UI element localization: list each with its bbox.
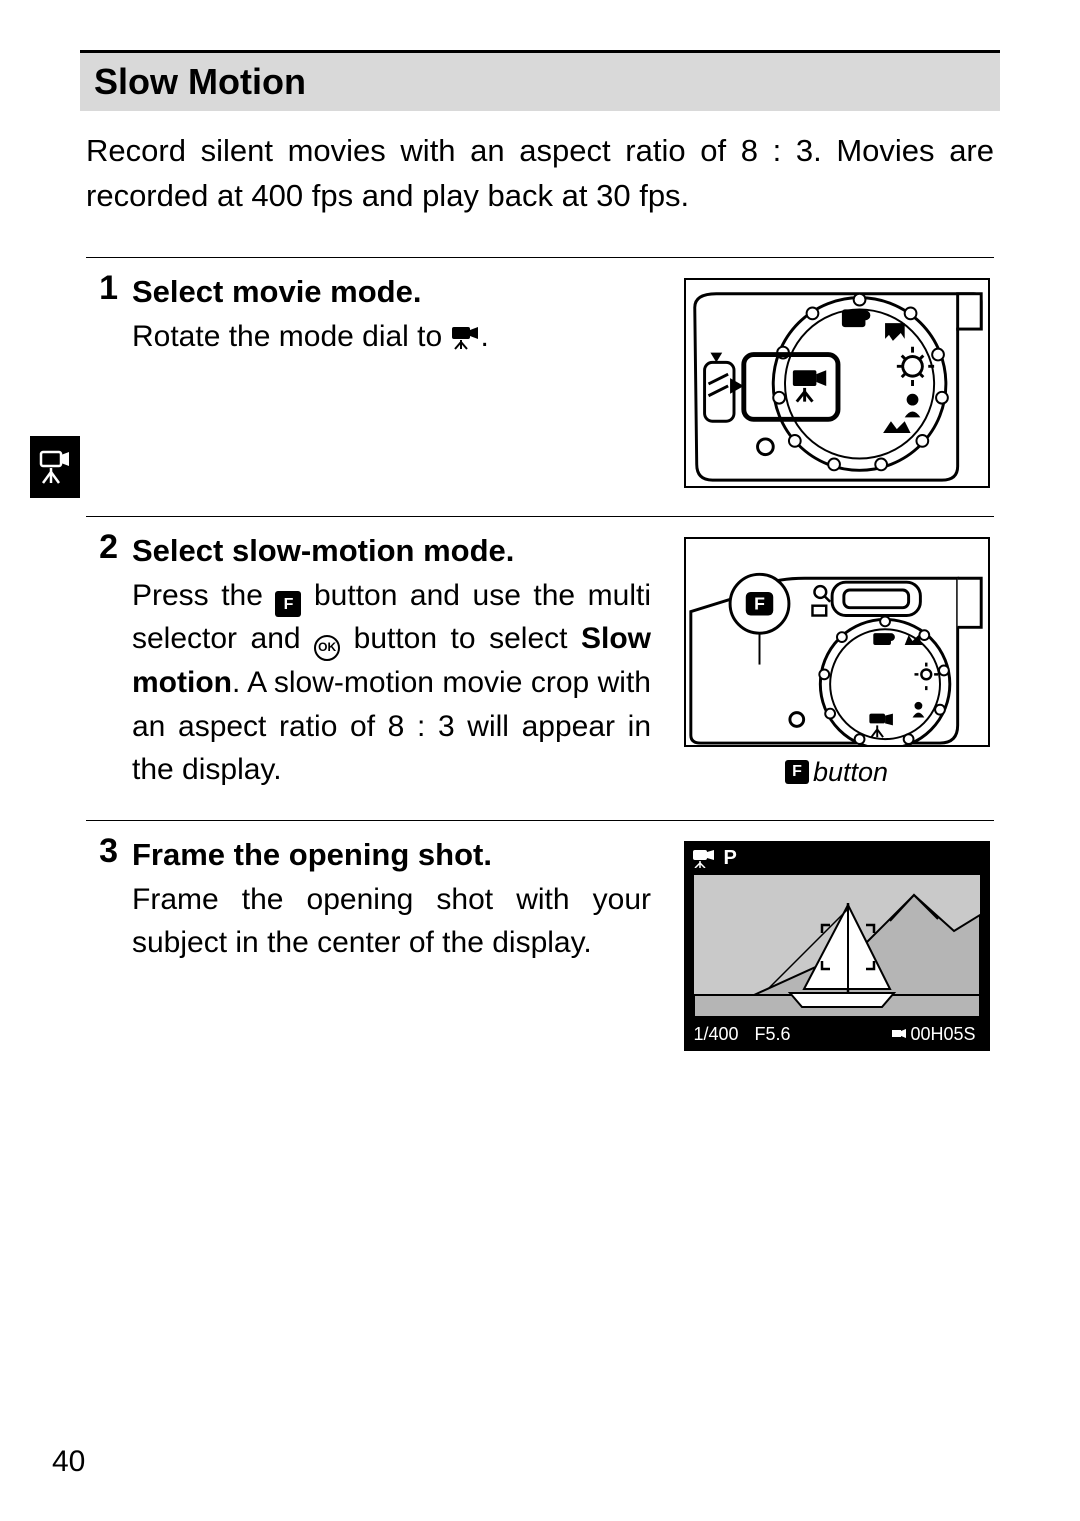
movie-mode-icon bbox=[451, 324, 481, 350]
camera-mode-dial-illustration bbox=[684, 278, 990, 488]
movie-tripod-icon bbox=[39, 450, 71, 484]
lcd-scene bbox=[694, 875, 980, 1017]
movie-mode-icon bbox=[692, 848, 716, 868]
step-number: 3 bbox=[96, 833, 118, 1051]
step-title: Select movie mode. bbox=[132, 274, 421, 309]
step-figure-1 bbox=[679, 270, 994, 488]
section-tab-movie bbox=[30, 436, 80, 498]
divider bbox=[86, 257, 994, 258]
step-title: Frame the opening shot. bbox=[132, 837, 492, 872]
step-title: Select slow-motion mode. bbox=[132, 533, 514, 568]
section-heading: Slow Motion bbox=[80, 50, 1000, 111]
lcd-mode-p: P bbox=[724, 847, 737, 870]
lcd-bottom-bar: 1/400 F5.6 00H05S bbox=[694, 1024, 980, 1045]
step-3: 3 Frame the opening shot. Frame the open… bbox=[80, 827, 1000, 1079]
step-text: Frame the opening shot. Frame the openin… bbox=[132, 833, 651, 1051]
step-number: 1 bbox=[96, 270, 118, 488]
page-number: 40 bbox=[52, 1445, 85, 1479]
step-number: 2 bbox=[96, 529, 118, 792]
step-figure-2: F bbox=[679, 529, 994, 792]
camera-lcd-preview: P bbox=[684, 841, 990, 1051]
step-text: Select movie mode. Rotate the mode dial … bbox=[132, 270, 651, 488]
intro-paragraph: Record silent movies with an aspect rati… bbox=[80, 129, 1000, 219]
f-button-icon: F bbox=[275, 591, 301, 617]
step-figure-3: P bbox=[679, 833, 994, 1051]
f-button-icon: F bbox=[785, 760, 809, 784]
lcd-top-indicators: P bbox=[692, 847, 737, 870]
camera-f-button-illustration: F bbox=[684, 537, 990, 747]
lcd-aperture: F5.6 bbox=[755, 1024, 791, 1045]
divider bbox=[86, 820, 994, 821]
divider bbox=[86, 516, 994, 517]
lcd-shutter: 1/400 bbox=[694, 1024, 739, 1045]
ok-button-icon: OK bbox=[314, 635, 340, 661]
lcd-record-time: 00H05S bbox=[888, 1024, 979, 1045]
figure-caption: F button bbox=[785, 757, 888, 788]
step-1: 1 Select movie mode. Rotate the mode dia… bbox=[80, 264, 1000, 516]
movie-small-icon bbox=[892, 1028, 906, 1040]
manual-page: Slow Motion Record silent movies with an… bbox=[0, 0, 1080, 1521]
step-2: 2 Select slow-motion mode. Press the F b… bbox=[80, 523, 1000, 820]
step-text: Select slow-motion mode. Press the F but… bbox=[132, 529, 651, 792]
svg-text:F: F bbox=[754, 594, 765, 614]
